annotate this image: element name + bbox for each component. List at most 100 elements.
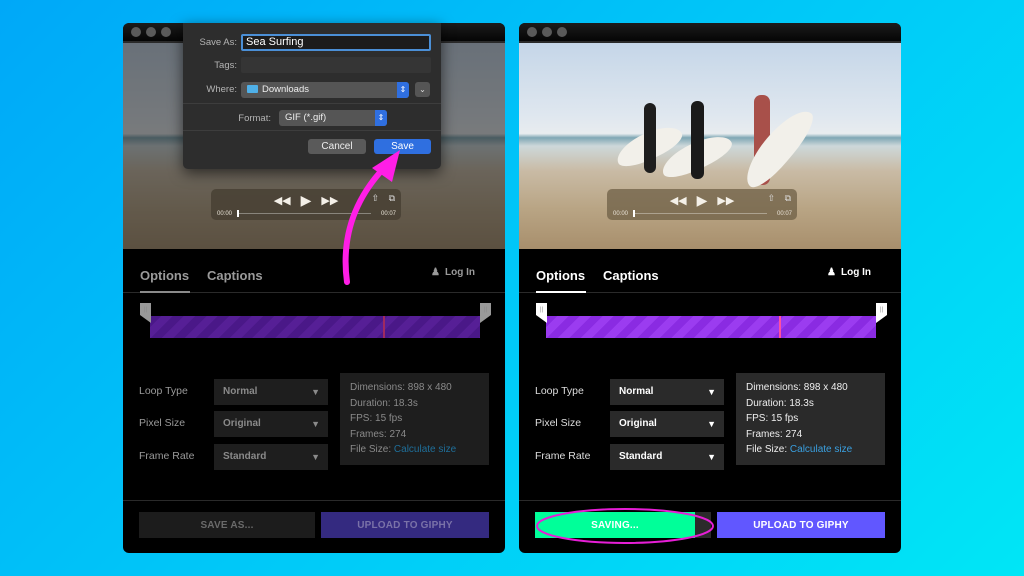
calculate-size-link[interactable]: Calculate size	[394, 444, 456, 455]
frame-rate-dropdown[interactable]: Standard ▼	[610, 444, 724, 470]
loop-type-label: Loop Type	[139, 385, 188, 397]
pixel-size-dropdown[interactable]: Original ▼	[610, 411, 724, 437]
gif-info-panel: Dimensions: 898 x 480 Duration: 18.3s FP…	[340, 373, 489, 465]
loop-type-dropdown[interactable]: Normal ▼	[214, 379, 328, 405]
loop-type-dropdown[interactable]: Normal ▼	[610, 379, 724, 405]
gif-info-panel: Dimensions: 898 x 480 Duration: 18.3s FP…	[736, 373, 885, 465]
scrubber-track[interactable]	[237, 213, 371, 214]
trim-end-handle[interactable]: ||	[480, 303, 491, 323]
share-icon[interactable]: ⇧	[767, 193, 775, 204]
caret-down-icon: ▼	[311, 387, 320, 397]
save-as-input[interactable]: Sea Surfing	[241, 34, 431, 51]
minimize-window-button[interactable]	[542, 27, 552, 37]
tab-options[interactable]: Options	[536, 268, 585, 283]
upload-to-giphy-button[interactable]: UPLOAD TO GIPHY	[321, 512, 489, 538]
trim-start-handle[interactable]: ||	[140, 303, 151, 323]
zoom-window-button[interactable]	[557, 27, 567, 37]
frames-text: Frames: 274	[746, 428, 803, 440]
chevron-down-icon: ⌄	[419, 85, 426, 94]
frame-rate-value: Standard	[223, 451, 267, 462]
expand-dialog-button[interactable]: ⌄	[415, 82, 430, 97]
scrubber-track[interactable]	[633, 213, 767, 214]
tab-bar: Options Captions ♟ Log In	[519, 249, 901, 293]
where-label: Where:	[206, 84, 237, 95]
end-time: 00:07	[380, 211, 396, 217]
frame-rate-label: Frame Rate	[139, 450, 195, 462]
settings-panel: Loop Type Normal ▼ Pixel Size Original ▼…	[519, 358, 901, 470]
login-button[interactable]: ♟ Log In	[431, 267, 475, 278]
trim-range[interactable]	[546, 316, 876, 338]
footer-divider	[519, 500, 901, 501]
play-icon[interactable]: ▶	[697, 192, 708, 209]
pixel-size-value: Original	[223, 418, 261, 429]
format-value: GIF (*.gif)	[285, 112, 327, 123]
pixel-size-label: Pixel Size	[535, 417, 582, 429]
upload-to-giphy-button[interactable]: UPLOAD TO GIPHY	[717, 512, 885, 538]
scrubber-knob[interactable]	[633, 210, 635, 217]
frame-rate-dropdown[interactable]: Standard ▼	[214, 444, 328, 470]
duration-text: Duration: 18.3s	[350, 397, 418, 409]
trim-end-handle[interactable]: ||	[876, 303, 887, 323]
tab-options[interactable]: Options	[140, 268, 189, 283]
player-controls: ◀◀ ▶ ▶▶ ⇧ ⧉ 00:00 00:07	[211, 189, 401, 220]
dimensions-text: Dimensions: 898 x 480	[350, 382, 452, 393]
cancel-button[interactable]: Cancel	[308, 139, 366, 154]
login-label: Log In	[841, 267, 871, 278]
playhead-marker[interactable]	[383, 316, 385, 338]
scrubber-knob[interactable]	[237, 210, 239, 217]
share-icon[interactable]: ⇧	[371, 193, 379, 204]
trim-range[interactable]	[150, 316, 480, 338]
where-select[interactable]: Downloads ⇕	[241, 82, 409, 98]
close-window-button[interactable]	[527, 27, 537, 37]
format-label: Format:	[238, 113, 271, 124]
format-select[interactable]: GIF (*.gif) ⇕	[279, 110, 387, 126]
play-icon[interactable]: ▶	[301, 192, 312, 209]
loop-type-label: Loop Type	[535, 385, 584, 397]
caret-down-icon: ▼	[707, 419, 716, 429]
dimensions-text: Dimensions: 898 x 480	[746, 382, 848, 393]
settings-panel: Loop Type Normal ▼ Pixel Size Original ▼…	[123, 358, 505, 470]
tab-captions[interactable]: Captions	[207, 268, 263, 283]
saving-progress-remainder	[695, 512, 711, 538]
saving-button[interactable]: SAVING...	[535, 512, 695, 538]
save-as-label: Save As:	[199, 37, 238, 48]
save-as-button[interactable]: SAVE AS...	[139, 512, 315, 538]
file-size-label: File Size:	[746, 444, 788, 455]
picture-in-picture-icon[interactable]: ⧉	[389, 193, 395, 204]
surfboard-image	[736, 101, 821, 195]
rewind-icon[interactable]: ◀◀	[274, 194, 291, 207]
where-value: Downloads	[262, 84, 309, 95]
app-window-right: ◀◀ ▶ ▶▶ ⇧ ⧉ 00:00 00:07 Options Captions…	[519, 23, 901, 553]
user-icon: ♟	[827, 267, 836, 278]
caret-down-icon: ▼	[311, 419, 320, 429]
fast-forward-icon[interactable]: ▶▶	[321, 194, 338, 207]
tags-input[interactable]	[241, 57, 431, 73]
footer-divider	[123, 500, 505, 501]
fast-forward-icon[interactable]: ▶▶	[717, 194, 734, 207]
dialog-separator	[183, 130, 441, 131]
tags-label: Tags:	[214, 60, 237, 71]
trim-timeline: || ||	[123, 293, 505, 358]
close-window-button[interactable]	[131, 27, 141, 37]
pixel-size-dropdown[interactable]: Original ▼	[214, 411, 328, 437]
loop-type-value: Normal	[223, 386, 258, 397]
calculate-size-link[interactable]: Calculate size	[790, 444, 852, 455]
rewind-icon[interactable]: ◀◀	[670, 194, 687, 207]
login-button[interactable]: ♟ Log In	[827, 267, 871, 278]
current-time: 00:00	[613, 211, 629, 217]
playhead-marker[interactable]	[779, 316, 781, 338]
zoom-window-button[interactable]	[161, 27, 171, 37]
tab-captions[interactable]: Captions	[603, 268, 659, 283]
stepper-icon: ⇕	[397, 82, 409, 98]
pixel-size-label: Pixel Size	[139, 417, 186, 429]
loop-type-value: Normal	[619, 386, 654, 397]
trim-start-handle[interactable]: ||	[536, 303, 547, 323]
file-size-label: File Size:	[350, 444, 392, 455]
minimize-window-button[interactable]	[146, 27, 156, 37]
save-button[interactable]: Save	[374, 139, 431, 154]
current-time: 00:00	[217, 211, 233, 217]
login-label: Log In	[445, 267, 475, 278]
surfer-figure	[691, 101, 704, 179]
picture-in-picture-icon[interactable]: ⧉	[785, 193, 791, 204]
player-controls: ◀◀ ▶ ▶▶ ⇧ ⧉ 00:00 00:07	[607, 189, 797, 220]
